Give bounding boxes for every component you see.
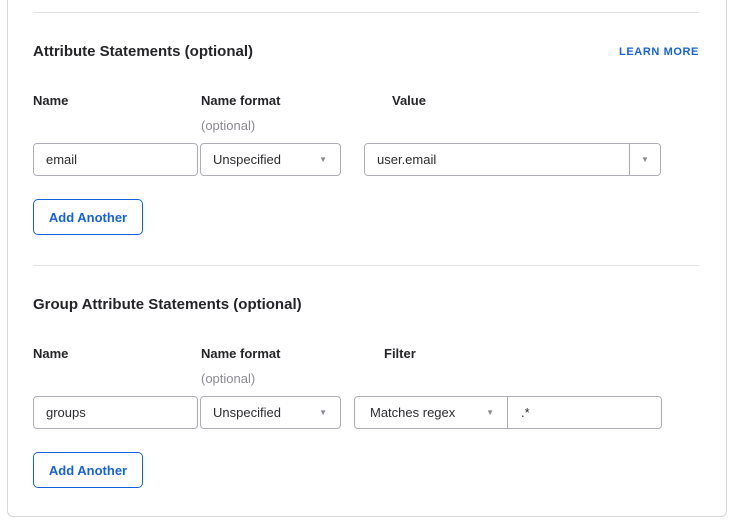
name-format-optional-note: (optional) xyxy=(201,117,341,134)
add-another-attribute-button[interactable]: Add Another xyxy=(33,199,143,235)
attribute-value-combobox: ▼ xyxy=(364,143,661,176)
attribute-statements-title: Attribute Statements (optional) xyxy=(33,44,253,60)
chevron-down-icon: ▼ xyxy=(641,156,649,164)
group-name-column-label: Name xyxy=(33,346,198,362)
group-attribute-statements-section: Group Attribute Statements (optional) Na… xyxy=(33,297,699,488)
group-filter-type-select[interactable]: Matches regex ▼ xyxy=(355,397,508,428)
section-divider xyxy=(33,265,699,266)
attribute-statements-section: Attribute Statements (optional) LEARN MO… xyxy=(33,44,699,235)
attribute-value-dropdown-button[interactable]: ▼ xyxy=(629,144,660,175)
group-filter-combobox: Matches regex ▼ xyxy=(354,396,662,429)
filter-column-label: Filter xyxy=(354,346,416,362)
group-name-format-select[interactable]: Unspecified ▼ xyxy=(200,396,341,429)
name-format-column-label: Name format (optional) xyxy=(198,93,341,134)
group-attribute-name-input[interactable] xyxy=(33,396,198,429)
group-name-format-column-label: Name format (optional) xyxy=(198,346,341,387)
chevron-down-icon: ▼ xyxy=(319,156,327,164)
name-column-label: Name xyxy=(33,93,198,109)
attribute-value-input[interactable] xyxy=(365,144,629,175)
chevron-down-icon: ▼ xyxy=(486,409,494,417)
value-column-label: Value xyxy=(364,93,426,109)
add-another-group-attribute-button[interactable]: Add Another xyxy=(33,452,143,488)
attribute-name-input[interactable] xyxy=(33,143,198,176)
top-divider xyxy=(33,12,699,13)
saml-settings-card: Attribute Statements (optional) LEARN MO… xyxy=(7,0,727,517)
attribute-name-format-select[interactable]: Unspecified ▼ xyxy=(200,143,341,176)
learn-more-link[interactable]: LEARN MORE xyxy=(619,45,699,59)
group-name-format-optional-note: (optional) xyxy=(201,370,341,387)
chevron-down-icon: ▼ xyxy=(319,409,327,417)
attribute-statement-row: Unspecified ▼ ▼ xyxy=(33,143,699,176)
group-attribute-statement-row: Unspecified ▼ Matches regex ▼ xyxy=(33,396,699,429)
group-attribute-statements-title: Group Attribute Statements (optional) xyxy=(33,297,302,313)
group-filter-value-input[interactable] xyxy=(508,397,662,428)
